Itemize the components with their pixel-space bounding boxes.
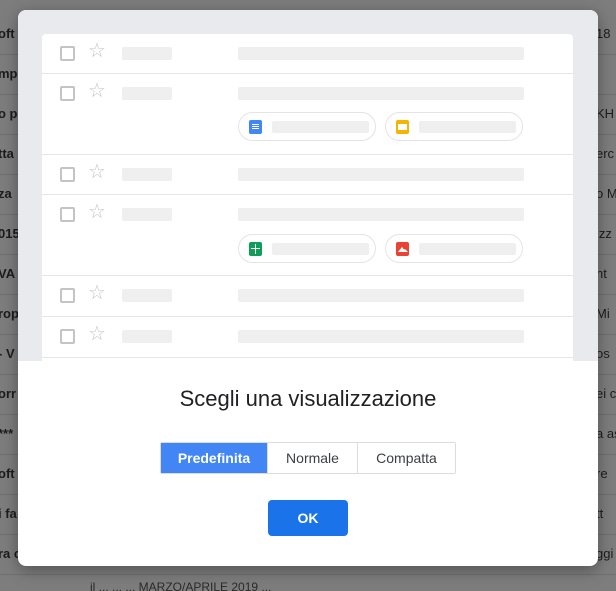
subject-placeholder [238,47,524,60]
preview-row: ☆ [42,276,573,317]
checkbox-icon [60,288,75,303]
checkbox-icon [60,167,75,182]
preview-row: ☆ [42,74,573,155]
star-icon: ☆ [88,201,106,223]
attachment-chip [385,234,523,263]
attachment-chip [238,234,376,263]
attachment-chip [238,112,376,141]
preview-row: ☆ [42,155,573,195]
sender-placeholder [122,289,172,302]
chip-placeholder [272,121,369,133]
subject-placeholder [238,289,524,302]
dialog-title: Scegli una visualizzazione [179,386,437,411]
subject-placeholder [238,168,524,181]
option-normale[interactable]: Normale [267,443,357,473]
attachment-chip [385,112,523,141]
subject-placeholder [238,208,524,221]
star-icon: ☆ [88,161,106,183]
preview-row: ☆ [42,195,573,276]
checkbox-icon [60,86,75,101]
preview-row: ☆ [42,317,573,358]
star-icon: ☆ [88,282,106,304]
subject-placeholder [238,330,524,343]
checkbox-icon [60,46,75,61]
sheets-icon [249,242,262,256]
sender-placeholder [122,87,172,100]
density-options: Predefinita Normale Compatta [160,442,456,474]
subject-placeholder [238,87,524,100]
star-icon: ☆ [88,323,106,345]
sender-placeholder [122,208,172,221]
docs-icon [249,120,262,134]
density-preview: ☆ ☆ ☆ ☆ ☆ ☆ [18,10,598,361]
ok-button[interactable]: OK [268,500,348,536]
preview-card: ☆ ☆ ☆ ☆ ☆ ☆ [42,34,573,361]
chip-placeholder [419,243,516,255]
checkbox-icon [60,207,75,222]
chip-placeholder [272,243,369,255]
star-icon: ☆ [88,40,106,62]
image-icon [396,242,409,256]
option-predefinita[interactable]: Predefinita [161,443,267,473]
checkbox-icon [60,329,75,344]
option-compatta[interactable]: Compatta [357,443,455,473]
chip-placeholder [419,121,516,133]
density-dialog: ☆ ☆ ☆ ☆ ☆ ☆ Scegli una visualizzazione P… [18,10,598,566]
sender-placeholder [122,330,172,343]
preview-row: ☆ [42,34,573,74]
slides-icon [396,120,409,134]
sender-placeholder [122,47,172,60]
sender-placeholder [122,168,172,181]
background-bottom-text: il ... ... ... MARZO/APRILE 2019 ... [90,580,272,591]
star-icon: ☆ [88,80,106,102]
